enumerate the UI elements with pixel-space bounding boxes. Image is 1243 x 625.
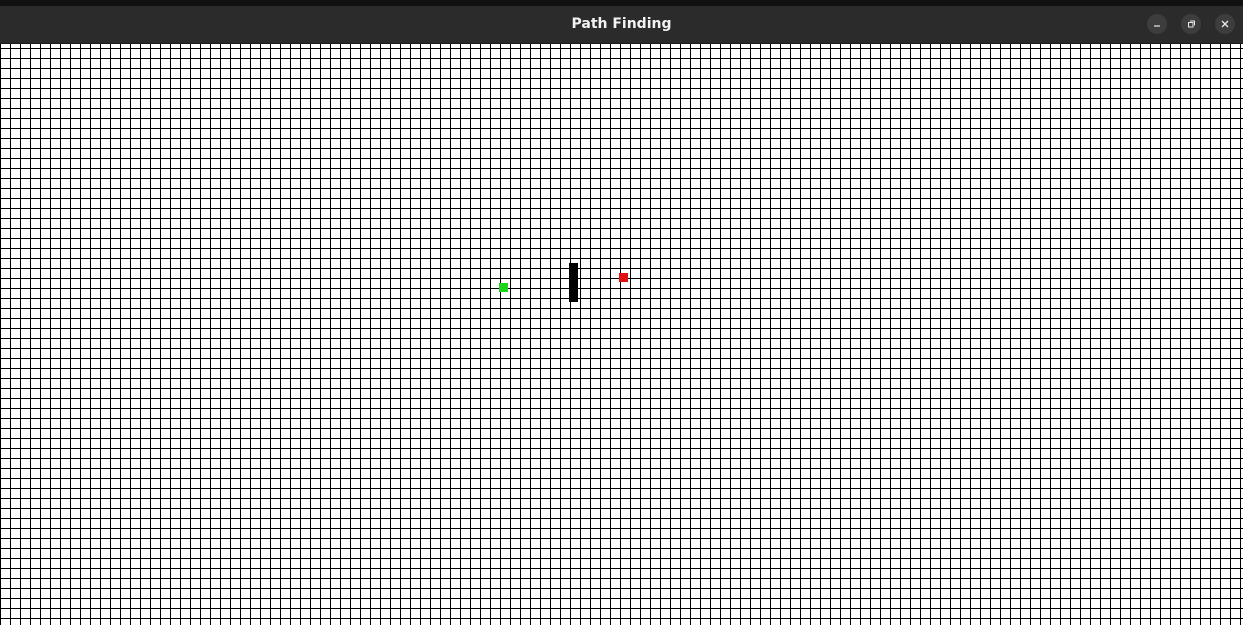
minimize-button[interactable]: [1147, 14, 1167, 34]
wall-cells[interactable]: [569, 263, 578, 302]
close-button[interactable]: [1215, 14, 1235, 34]
start-node[interactable]: [499, 283, 508, 292]
close-icon: [1220, 19, 1230, 29]
maximize-icon: [1186, 19, 1196, 29]
end-node[interactable]: [619, 273, 628, 282]
pathfinding-grid[interactable]: [0, 44, 1243, 625]
maximize-button[interactable]: [1181, 14, 1201, 34]
window-title: Path Finding: [571, 16, 672, 32]
grid-lines: [0, 44, 1243, 625]
window-titlebar[interactable]: Path Finding: [0, 6, 1243, 44]
minimize-icon: [1152, 19, 1162, 29]
